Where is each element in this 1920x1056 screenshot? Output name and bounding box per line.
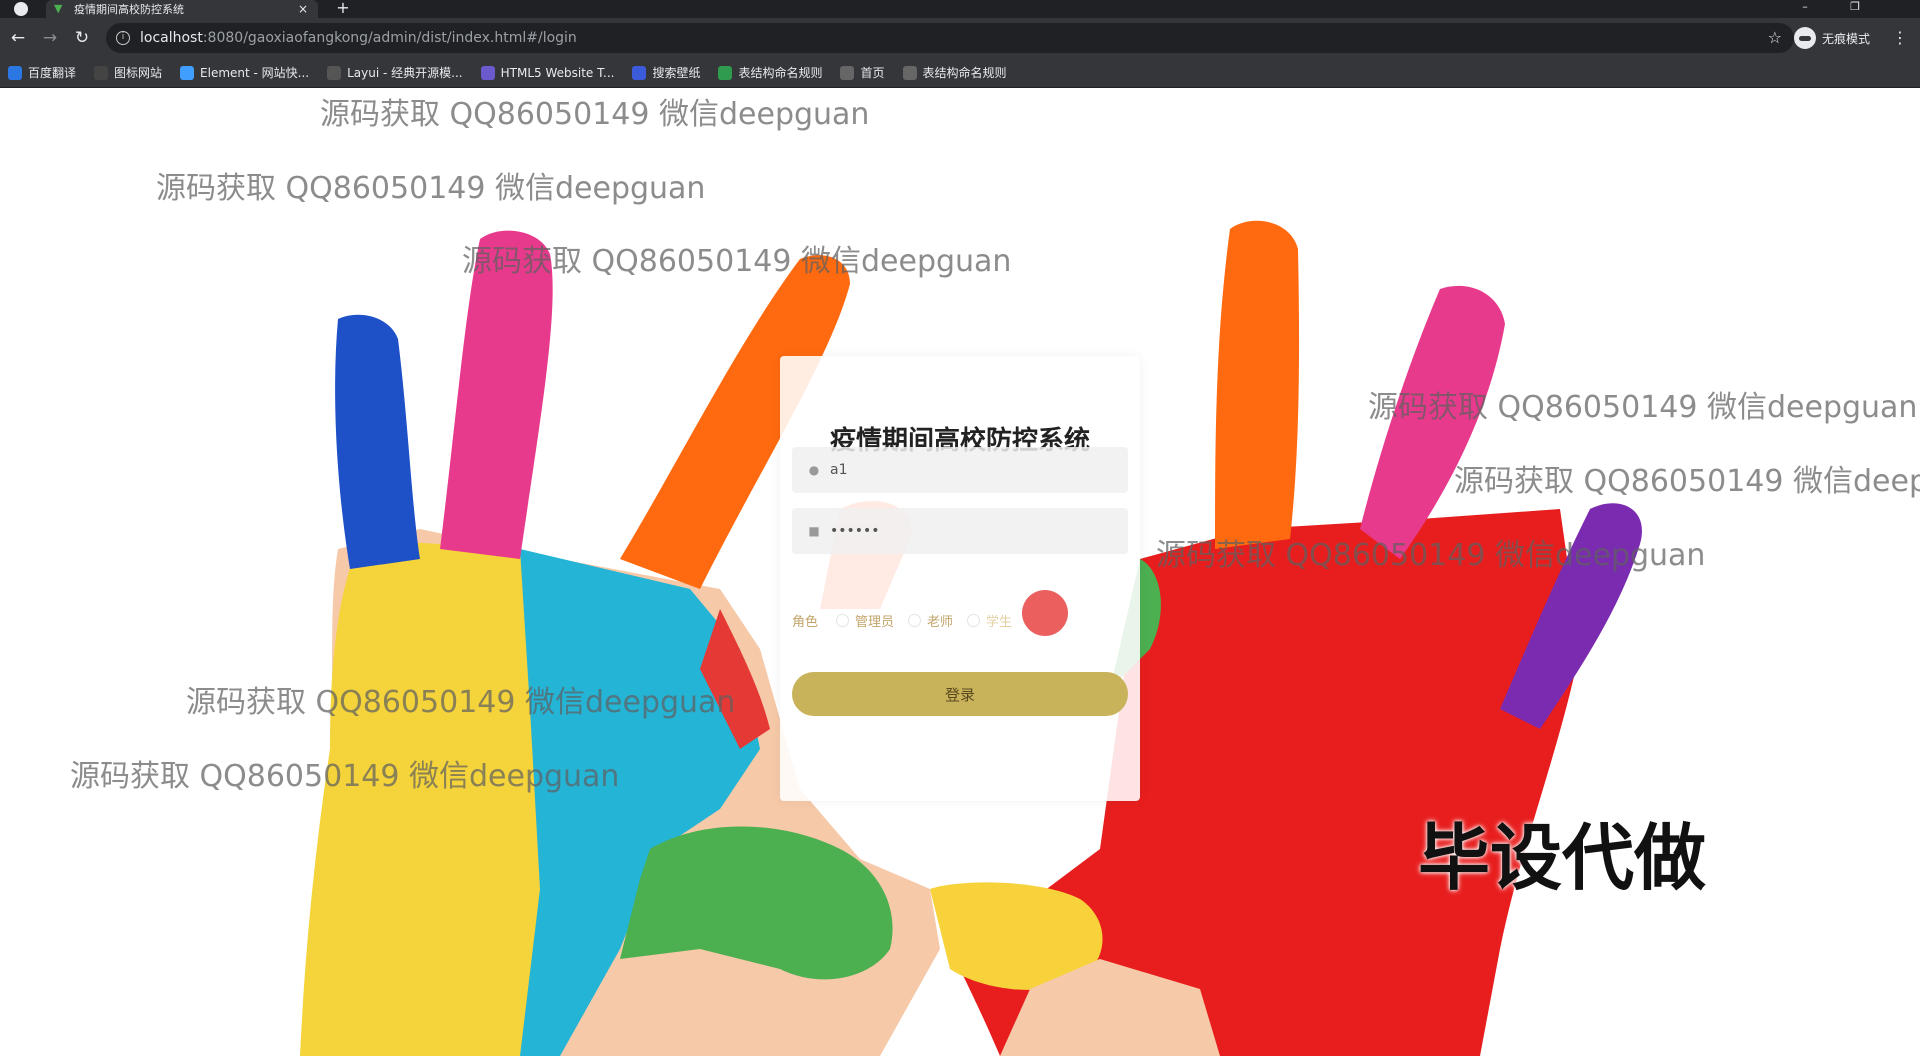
tab-title: 疫情期间高校防控系统 <box>74 3 184 16</box>
translate-icon <box>8 65 22 80</box>
overlay-caption: 毕设代做 <box>1418 816 1707 900</box>
bookmark-item[interactable]: Layui - 经典开源模... <box>327 64 463 81</box>
login-card: 疫情期间高校防控系统 ● ■ 角色 管理员 老师 学生 登录 <box>780 356 1140 801</box>
browser-tab[interactable]: ▼ 疫情期间高校防控系统 × <box>46 0 318 18</box>
incognito-indicator[interactable]: 无痕模式 <box>1794 26 1870 50</box>
bookmarks-bar: 百度翻译 图标网站 Element - 网站快... Layui - 经典开源模...… <box>0 58 1920 88</box>
role-label: 角色 <box>792 614 819 630</box>
password-input[interactable] <box>830 523 1120 539</box>
bookmark-label: 搜索壁纸 <box>652 66 701 80</box>
role-radio-admin[interactable]: 管理员 <box>836 611 894 630</box>
click-highlight <box>1022 590 1068 636</box>
radio-label: 管理员 <box>855 614 895 630</box>
watermark-text: 源码获取 QQ86050149 微信deepguan <box>462 244 1012 279</box>
radio-label: 老师 <box>927 614 954 630</box>
login-button[interactable]: 登录 <box>792 672 1128 716</box>
site-info-icon[interactable]: i <box>116 31 130 45</box>
bookmark-label: 百度翻译 <box>28 66 77 80</box>
bookmark-item[interactable]: 表结构命名规则 <box>902 64 1007 81</box>
element-icon <box>180 65 195 80</box>
username-field[interactable]: ● <box>792 447 1128 493</box>
watermark-text: 源码获取 QQ86050149 微信deepguan <box>1156 538 1706 573</box>
username-input[interactable] <box>830 462 1120 478</box>
chrome-icon <box>14 2 28 16</box>
html5-icon <box>480 65 495 80</box>
login-page: 源码获取 QQ86050149 微信deepguan 源码获取 QQ860501… <box>0 89 1920 1056</box>
radio-circle[interactable] <box>836 613 850 627</box>
password-field[interactable]: ■ <box>792 508 1128 554</box>
browser-toolbar: ← → ↻ i localhost:8080/gaoxiaofangkong/a… <box>0 18 1920 58</box>
radio-circle[interactable] <box>908 613 922 627</box>
vue-favicon-icon: ▼ <box>54 2 63 15</box>
back-icon[interactable]: ← <box>8 28 28 48</box>
tab-close-icon[interactable]: × <box>296 2 310 16</box>
watermark-text: 源码获取 QQ86050149 微信deep <box>1454 464 1920 499</box>
bookmark-label: 表结构命名规则 <box>738 66 823 80</box>
incognito-label: 无痕模式 <box>1822 31 1871 46</box>
bookmark-label: Element - 网站快... <box>200 66 310 80</box>
url-text: localhost:8080/gaoxiaofangkong/admin/dis… <box>140 30 577 46</box>
bookmark-item[interactable]: 表结构命名规则 <box>718 64 822 81</box>
address-bar[interactable]: i localhost:8080/gaoxiaofangkong/admin/d… <box>106 23 1794 53</box>
globe-icon <box>840 65 855 80</box>
incognito-icon <box>1794 27 1816 49</box>
bookmark-label: 图标网站 <box>114 66 163 80</box>
reload-icon[interactable]: ↻ <box>72 28 92 48</box>
bookmark-star-icon[interactable]: ☆ <box>1768 28 1782 47</box>
restore-icon[interactable]: ❐ <box>1840 0 1870 18</box>
layui-icon <box>327 65 342 80</box>
role-radio-teacher[interactable]: 老师 <box>908 611 953 630</box>
bookmark-label: 表结构命名规则 <box>922 66 1007 80</box>
forward-icon[interactable]: → <box>40 28 60 48</box>
watermark-text: 源码获取 QQ86050149 微信deepguan <box>320 97 870 132</box>
browser-tabstrip: ▼ 疫情期间高校防控系统 × + – ❐ <box>0 0 1920 18</box>
role-selector: 角色 管理员 老师 学生 <box>792 608 1128 632</box>
flag-icon <box>94 65 109 80</box>
watermark-text: 源码获取 QQ86050149 微信deepguan <box>156 171 706 206</box>
lock-icon: ■ <box>808 524 820 538</box>
bookmark-item[interactable]: 百度翻译 <box>8 64 76 81</box>
watermark-text: 源码获取 QQ86050149 微信deepguan <box>1368 390 1918 425</box>
watermark-text: 源码获取 QQ86050149 微信deepguan <box>186 685 736 720</box>
bookmark-label: Layui - 经典开源模... <box>347 66 463 80</box>
bookmark-item[interactable]: 首页 <box>840 64 885 81</box>
sheet-icon <box>718 65 733 80</box>
bookmark-label: HTML5 Website T... <box>500 65 615 80</box>
bookmark-item[interactable]: 图标网站 <box>94 64 162 81</box>
new-tab-button[interactable]: + <box>334 0 352 18</box>
bookmark-label: 首页 <box>860 66 885 80</box>
browser-menu-icon[interactable]: ⋮ <box>1892 28 1908 47</box>
role-radio-student[interactable]: 学生 <box>967 611 1012 630</box>
radio-label: 学生 <box>986 614 1013 630</box>
user-icon: ● <box>808 463 820 477</box>
bookmark-item[interactable]: Element - 网站快... <box>180 64 309 81</box>
bookmark-item[interactable]: 搜索壁纸 <box>632 64 700 81</box>
bookmark-item[interactable]: HTML5 Website T... <box>480 65 615 80</box>
radio-circle[interactable] <box>967 613 981 627</box>
watermark-text: 源码获取 QQ86050149 微信deepguan <box>70 759 620 794</box>
globe-icon <box>902 65 917 80</box>
minimize-icon[interactable]: – <box>1790 0 1820 18</box>
wallpaper-icon <box>632 65 647 80</box>
